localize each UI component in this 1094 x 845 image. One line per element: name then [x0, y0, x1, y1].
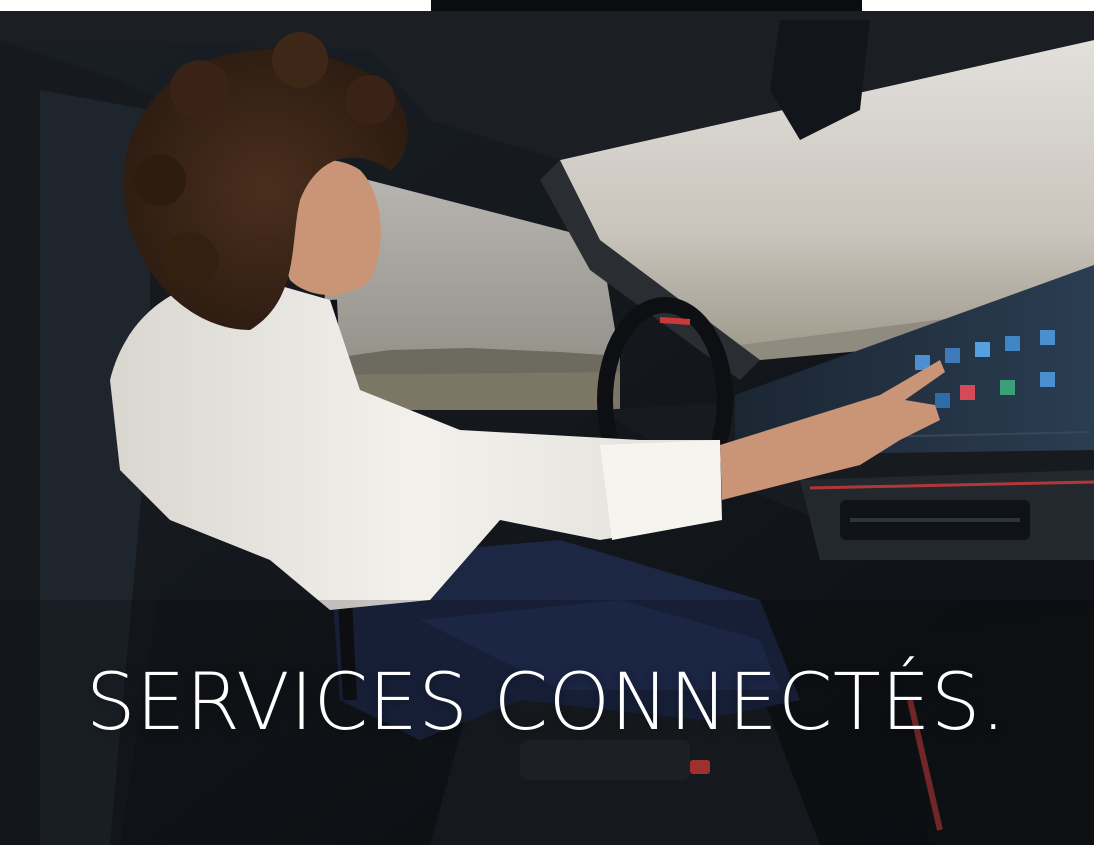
- top-bar: [0, 0, 1094, 11]
- air-vent: [840, 500, 1030, 540]
- headline: SERVICES CONNECTÉS.: [86, 658, 1007, 748]
- top-bar-notch: [431, 0, 862, 11]
